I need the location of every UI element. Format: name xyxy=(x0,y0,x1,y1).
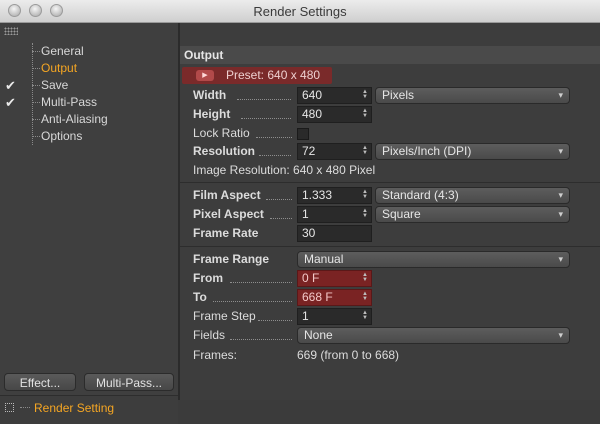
width-label: Width xyxy=(193,88,227,102)
spinner-arrows-icon[interactable]: ▲ ▼ xyxy=(362,291,368,302)
lock-ratio-row: Lock Ratio xyxy=(180,125,600,143)
multi-pass-button[interactable]: Multi-Pass... xyxy=(84,373,174,391)
sidebar-item-output[interactable]: Output xyxy=(0,60,178,77)
frame-range-label: Frame Range xyxy=(193,252,270,266)
settings-sidebar: General Output ✔ Save ✔ Multi-Pass Anti-… xyxy=(0,23,178,424)
fields-label: Fields xyxy=(193,328,226,342)
pixel-aspect-select[interactable]: Square ▾ xyxy=(375,206,570,223)
image-resolution-text: Image Resolution: 640 x 480 Pixel xyxy=(193,163,376,177)
output-panel: Output ▶ Preset: 640 x 480 Width 640 ▲ ▼ … xyxy=(180,23,600,400)
chevron-updown-icon: ▾ xyxy=(558,146,563,156)
resolution-label: Resolution xyxy=(193,144,255,158)
sidebar-item-label: Options xyxy=(41,129,83,143)
spinner-arrows-icon[interactable]: ▲ ▼ xyxy=(362,108,368,119)
lock-ratio-checkbox[interactable] xyxy=(297,128,309,140)
window-title: Render Settings xyxy=(253,4,347,19)
from-row: From 0 F ▲ ▼ xyxy=(180,270,600,288)
fields-row: Fields None ▾ xyxy=(180,327,600,345)
spinner-arrows-icon[interactable]: ▲ ▼ xyxy=(362,189,368,200)
preset-label: Preset: 640 x 480 xyxy=(226,68,321,82)
to-label: To xyxy=(193,290,207,304)
render-setting-icon[interactable] xyxy=(5,403,14,412)
sidebar-item-label: Output xyxy=(41,61,78,75)
frame-rate-input[interactable]: 30 xyxy=(297,225,372,242)
settings-tree: General Output ✔ Save ✔ Multi-Pass Anti-… xyxy=(0,43,178,145)
section-title-output: Output xyxy=(180,46,600,64)
render-setting-row[interactable]: Render Setting xyxy=(0,395,178,424)
render-setting-label[interactable]: Render Setting xyxy=(34,401,114,415)
sidebar-item-save[interactable]: ✔ Save xyxy=(0,77,178,94)
effect-button[interactable]: Effect... xyxy=(4,373,76,391)
sidebar-item-multi-pass[interactable]: ✔ Multi-Pass xyxy=(0,94,178,111)
window-titlebar: Render Settings xyxy=(0,0,600,23)
spinner-arrows-icon[interactable]: ▲ ▼ xyxy=(362,145,368,156)
sidebar-item-general[interactable]: General xyxy=(0,43,178,60)
frames-label: Frames: xyxy=(193,348,238,362)
from-input[interactable]: 0 F ▲ ▼ xyxy=(297,270,372,287)
resolution-input[interactable]: 72 ▲ ▼ xyxy=(297,143,372,160)
chevron-updown-icon: ▾ xyxy=(558,330,563,340)
sidebar-item-label: Anti-Aliasing xyxy=(41,112,108,126)
resolution-unit-select[interactable]: Pixels/Inch (DPI) ▾ xyxy=(375,143,570,160)
play-icon[interactable]: ▶ xyxy=(196,70,214,81)
width-row: Width 640 ▲ ▼ Pixels ▾ xyxy=(180,87,600,105)
checkmark-icon[interactable]: ✔ xyxy=(5,77,19,94)
to-input[interactable]: 668 F ▲ ▼ xyxy=(297,289,372,306)
preset-button[interactable]: ▶ Preset: 640 x 480 xyxy=(182,67,332,84)
pixel-aspect-input[interactable]: 1 ▲ ▼ xyxy=(297,206,372,223)
resolution-row: Resolution 72 ▲ ▼ Pixels/Inch (DPI) ▾ xyxy=(180,143,600,161)
chevron-updown-icon: ▾ xyxy=(558,190,563,200)
frame-step-input[interactable]: 1 ▲ ▼ xyxy=(297,308,372,325)
sidebar-item-label: General xyxy=(41,44,84,58)
height-row: Height 480 ▲ ▼ xyxy=(180,106,600,124)
spinner-arrows-icon[interactable]: ▲ ▼ xyxy=(362,89,368,100)
separator xyxy=(180,246,600,247)
pixel-aspect-row: Pixel Aspect 1 ▲ ▼ Square ▾ xyxy=(180,206,600,224)
frame-step-label: Frame Step xyxy=(193,309,256,323)
separator xyxy=(180,182,600,183)
spinner-arrows-icon[interactable]: ▲ ▼ xyxy=(362,272,368,283)
fields-select[interactable]: None ▾ xyxy=(297,327,570,344)
film-aspect-label: Film Aspect xyxy=(193,188,261,202)
height-input[interactable]: 480 ▲ ▼ xyxy=(297,106,372,123)
chevron-updown-icon: ▾ xyxy=(558,209,563,219)
sidebar-item-options[interactable]: Options xyxy=(0,128,178,145)
sidebar-item-label: Save xyxy=(41,78,69,92)
to-row: To 668 F ▲ ▼ xyxy=(180,289,600,307)
spinner-arrows-icon[interactable]: ▲ ▼ xyxy=(362,208,368,219)
frames-value: 669 (from 0 to 668) xyxy=(297,348,400,362)
film-aspect-input[interactable]: 1.333 ▲ ▼ xyxy=(297,187,372,204)
spinner-arrows-icon[interactable]: ▲ ▼ xyxy=(362,310,368,321)
chevron-updown-icon: ▾ xyxy=(558,254,563,264)
chevron-updown-icon: ▾ xyxy=(558,90,563,100)
frame-rate-row: Frame Rate 30 xyxy=(180,225,600,243)
frame-rate-label: Frame Rate xyxy=(193,226,259,240)
sidebar-item-label: Multi-Pass xyxy=(41,95,98,109)
sidebar-item-anti-aliasing[interactable]: Anti-Aliasing xyxy=(0,111,178,128)
checkmark-icon[interactable]: ✔ xyxy=(5,94,19,111)
film-aspect-select[interactable]: Standard (4:3) ▾ xyxy=(375,187,570,204)
frame-range-select[interactable]: Manual ▾ xyxy=(297,251,570,268)
grip-icon[interactable] xyxy=(4,27,18,35)
lock-ratio-label: Lock Ratio xyxy=(193,126,250,140)
width-unit-select[interactable]: Pixels ▾ xyxy=(375,87,570,104)
frame-step-row: Frame Step 1 ▲ ▼ xyxy=(180,308,600,326)
frame-range-row: Frame Range Manual ▾ xyxy=(180,251,600,269)
pixel-aspect-label: Pixel Aspect xyxy=(193,207,264,221)
height-label: Height xyxy=(193,107,231,121)
film-aspect-row: Film Aspect 1.333 ▲ ▼ Standard (4:3) ▾ xyxy=(180,187,600,205)
from-label: From xyxy=(193,271,223,285)
width-input[interactable]: 640 ▲ ▼ xyxy=(297,87,372,104)
